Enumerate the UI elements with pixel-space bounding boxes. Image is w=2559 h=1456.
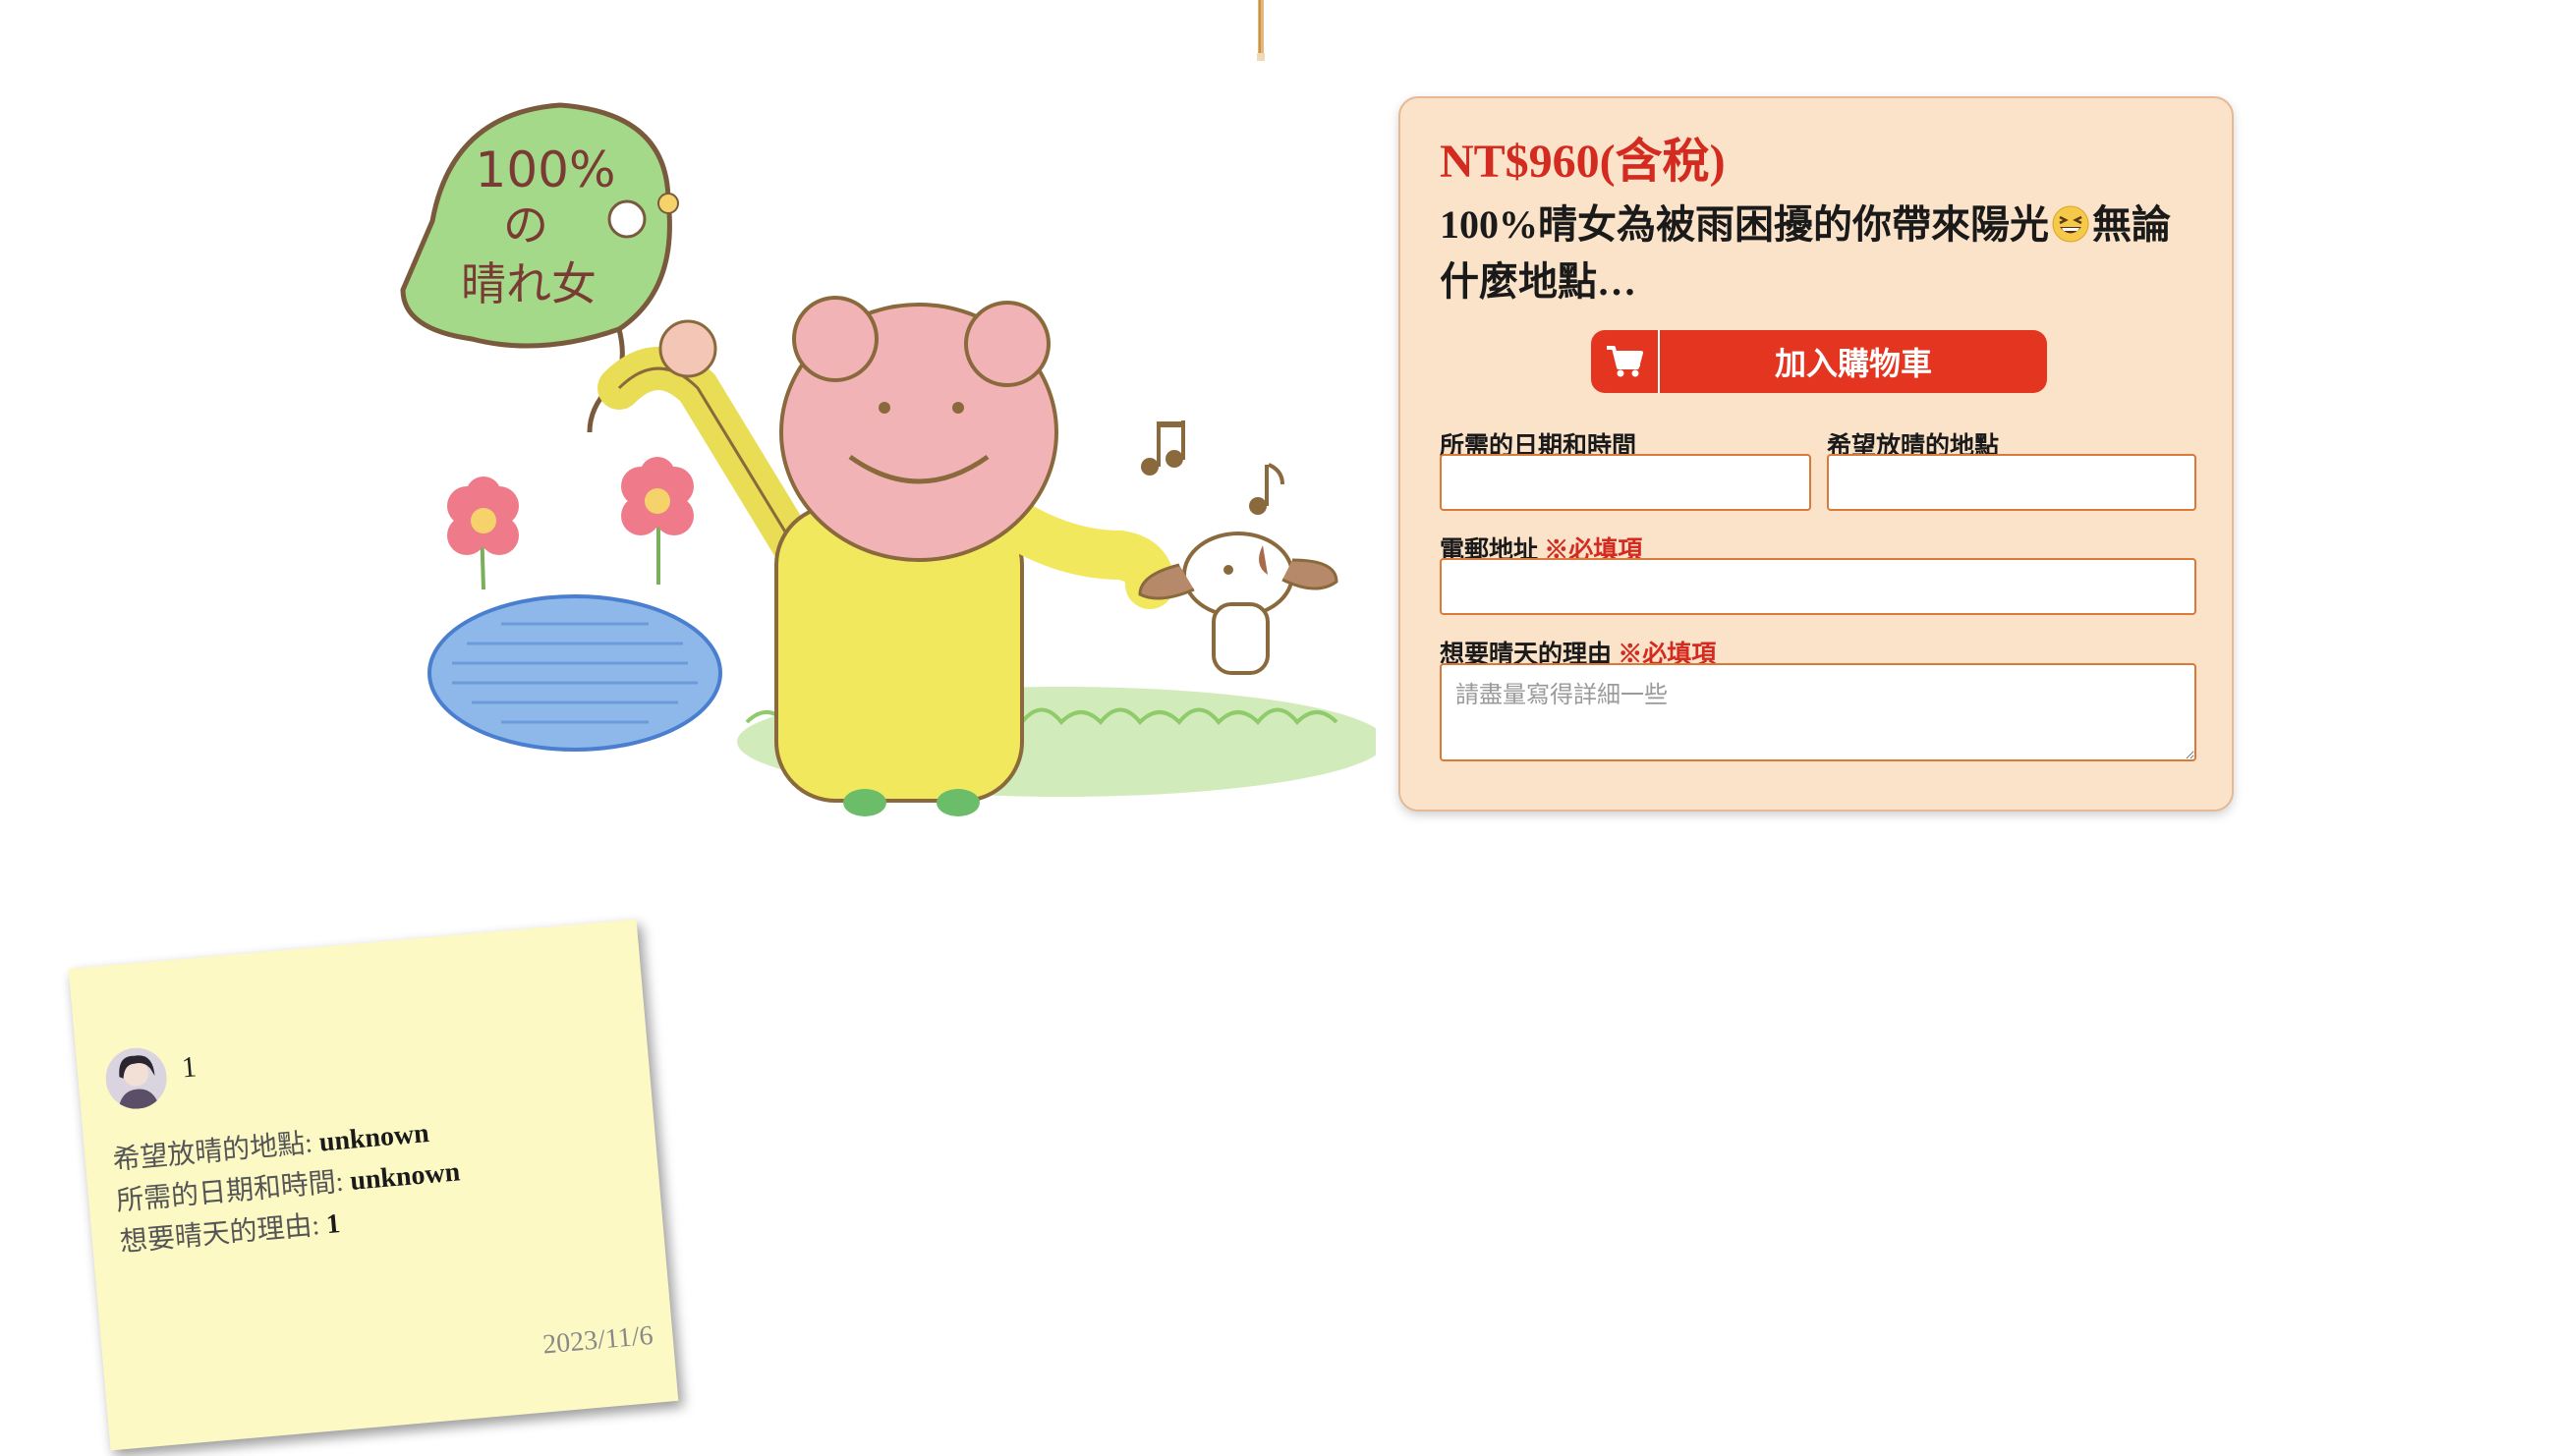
add-to-cart-label: 加入購物車 (1774, 346, 1932, 381)
datetime-input[interactable] (1440, 454, 1811, 511)
reason-textarea[interactable] (1440, 663, 2196, 761)
cart-icon-wrapper (1591, 330, 1660, 393)
avatar-image (103, 1045, 170, 1112)
leaf-text-3: 晴れ女 (461, 257, 597, 310)
note-details: 希望放晴的地點: unknown 所需的日期和時間: unknown 想要晴天的… (111, 1111, 466, 1264)
add-to-cart-button[interactable]: 加入購物車 (1591, 330, 2047, 393)
product-panel: NT$960(含稅) 100%晴女為被雨困擾的你帶來陽光 無論什麼地點… 加入購… (1398, 96, 2234, 812)
hanging-string (1257, 0, 1265, 61)
note-location-value: unknown (317, 1117, 430, 1158)
leaf-text-1: 100% (476, 141, 616, 198)
note-username: 1 (180, 1050, 199, 1085)
grinning-squinting-face-icon (2052, 205, 2089, 243)
product-price: NT$960(含稅) (1440, 136, 1726, 188)
hero-illustration: 100% の 晴れ女 (400, 102, 1376, 816)
location-input[interactable] (1827, 454, 2196, 511)
product-title: 100%晴女為被雨困擾的你帶來陽光 無論什麼地點… (1440, 196, 2196, 310)
leaf-text-2: の (503, 198, 548, 252)
sticky-note: 1 希望放晴的地點: unknown 所需的日期和時間: unknown 想要晴… (68, 919, 679, 1451)
avatar (103, 1045, 170, 1112)
flower-left (447, 476, 519, 590)
note-datetime-value: unknown (349, 1156, 462, 1197)
shopping-cart-icon (1607, 346, 1643, 377)
pond (427, 594, 722, 752)
product-title-part1: 100%晴女為被雨困擾的你帶來陽光 (1440, 202, 2049, 247)
flower-right (621, 457, 694, 585)
note-reason-value: 1 (324, 1208, 342, 1241)
email-input[interactable] (1440, 558, 2196, 615)
dog-character (1138, 532, 1338, 675)
note-date: 2023/11/6 (540, 1319, 654, 1361)
music-notes (1141, 420, 1284, 515)
